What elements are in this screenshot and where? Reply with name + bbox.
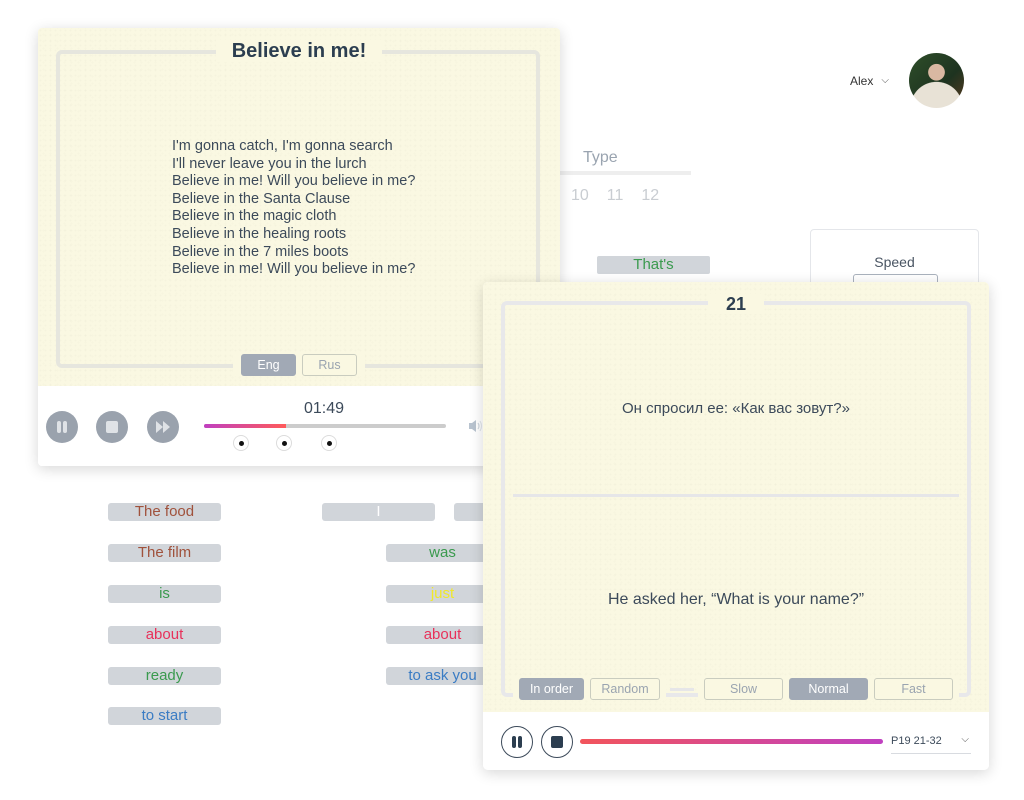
playback-options: In order Random Slow Normal Fast <box>513 678 959 700</box>
chevron-down-icon: ⌵ <box>881 74 889 86</box>
speed-slow-button[interactable]: Slow <box>704 678 783 700</box>
order-in-order-button[interactable]: In order <box>519 678 584 700</box>
order-random-button[interactable]: Random <box>590 678 660 700</box>
number-item[interactable]: 12 <box>641 187 659 205</box>
phrase-range-select[interactable]: P19 21-32 ⌵ <box>891 734 971 754</box>
song-player: 01:49 <box>38 386 560 466</box>
type-tab-label[interactable]: Type <box>583 149 618 167</box>
pause-button[interactable] <box>501 726 533 758</box>
word-chip[interactable]: That's <box>597 256 710 274</box>
pause-button[interactable] <box>46 411 78 443</box>
pause-icon <box>57 421 67 433</box>
line-marker[interactable] <box>276 435 292 451</box>
speed-label: Speed <box>874 254 915 270</box>
phrase-number: 21 <box>707 294 765 314</box>
volume-button[interactable] <box>468 419 484 438</box>
lyric-line: I'll never leave you in the lurch <box>172 155 367 172</box>
phrase-player: P19 21-32 ⌵ <box>483 712 989 770</box>
word-chip[interactable]: The film <box>108 544 221 562</box>
number-list: 10 11 12 <box>571 187 659 205</box>
phrase-divider <box>513 494 959 497</box>
lyric-line: Believe in the magic cloth <box>172 208 337 225</box>
phrase-range-value: P19 21-32 <box>891 735 942 747</box>
russian-phrase: Он спросил ее: «Как вас зовут?» <box>622 400 850 417</box>
song-card: Believe in me! I'm gonna catch, I'm gonn… <box>38 28 560 466</box>
lyrics-panel: Believe in me! I'm gonna catch, I'm gonn… <box>38 28 560 386</box>
speed-fast-button[interactable]: Fast <box>874 678 953 700</box>
number-item[interactable]: 10 <box>571 187 589 205</box>
stop-button[interactable] <box>541 726 573 758</box>
speed-normal-button[interactable]: Normal <box>789 678 868 700</box>
phrase-progress-bar[interactable] <box>580 739 883 744</box>
lyrics-text: I'm gonna catch, I'm gonna search I'll n… <box>172 138 415 279</box>
phrase-number-wrap: 21 <box>483 294 989 315</box>
english-phrase: He asked her, “What is your name?” <box>607 591 865 608</box>
stop-icon <box>551 736 563 748</box>
word-chip[interactable]: ready <box>108 667 221 685</box>
stop-icon <box>106 421 118 433</box>
language-rus-button[interactable]: Rus <box>302 354 357 376</box>
user-name: Alex <box>850 74 874 88</box>
song-progress-bar[interactable] <box>204 424 446 428</box>
volume-icon <box>469 420 483 432</box>
lyric-line: Believe in the Santa Clause <box>172 190 351 207</box>
lyric-line: Believe in me! Will you believe in me? <box>172 173 416 190</box>
lyric-line: Believe in the 7 miles boots <box>172 243 349 260</box>
fast-forward-icon <box>156 421 170 433</box>
options-separator <box>670 687 694 691</box>
word-chip[interactable]: about <box>108 626 221 644</box>
song-title-wrap: Believe in me! <box>38 40 560 63</box>
word-chip[interactable]: I <box>322 503 435 521</box>
song-title: Believe in me! <box>215 40 383 62</box>
type-tab-underline <box>560 171 691 175</box>
avatar[interactable] <box>909 53 964 108</box>
chevron-down-icon: ⌵ <box>961 734 969 745</box>
phrase-card: 21 Он спросил ее: «Как вас зовут?» He as… <box>483 282 989 770</box>
stop-button[interactable] <box>96 411 128 443</box>
line-marker[interactable] <box>321 435 337 451</box>
number-item[interactable]: 11 <box>607 187 624 205</box>
fast-forward-button[interactable] <box>147 411 179 443</box>
word-chip[interactable]: is <box>108 585 221 603</box>
lyric-line: I'm gonna catch, I'm gonna search <box>172 138 393 154</box>
lyric-line: Believe in me! Will you believe in me? <box>172 261 416 278</box>
language-eng-button[interactable]: Eng <box>241 354 296 376</box>
pause-icon <box>512 736 522 748</box>
language-toggle: Eng Rus <box>38 354 560 376</box>
lyric-line: Believe in the healing roots <box>172 225 347 242</box>
word-chip[interactable]: The food <box>108 503 221 521</box>
playback-time: 01:49 <box>304 400 345 417</box>
phrase-frame <box>501 301 971 697</box>
user-menu[interactable]: Alex ⌵ <box>850 74 889 88</box>
song-progress-fill <box>204 424 287 428</box>
word-chip[interactable]: to start <box>108 707 221 725</box>
phrase-panel: 21 Он спросил ее: «Как вас зовут?» He as… <box>483 282 989 712</box>
line-marker[interactable] <box>233 435 249 451</box>
